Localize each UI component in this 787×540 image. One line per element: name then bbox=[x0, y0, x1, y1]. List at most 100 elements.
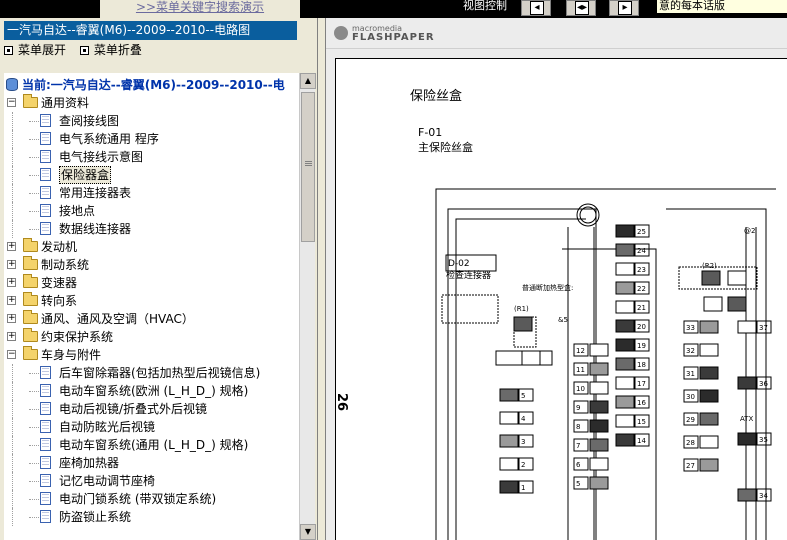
tree-item-label-selected: 保险器盒 bbox=[59, 166, 112, 184]
expand-toggle-icon[interactable]: + bbox=[7, 296, 16, 305]
document-title[interactable]: 一汽马自达--睿翼(M6)--2009--2010--电路图 bbox=[4, 21, 297, 40]
fuse-cell: 4 bbox=[499, 411, 534, 425]
fuse-number: 30 bbox=[686, 393, 695, 401]
fuse-cell: 29 bbox=[683, 412, 719, 426]
fuse-number: 32 bbox=[686, 347, 695, 355]
fuse-cell: 7 bbox=[573, 438, 609, 452]
fuse-cell: 1 bbox=[499, 480, 534, 494]
fuse-number: 15 bbox=[637, 418, 646, 426]
tree-connector bbox=[12, 220, 13, 238]
folder-icon bbox=[23, 94, 38, 108]
tree-item-label: 通用资料 bbox=[41, 96, 90, 110]
tree-connector bbox=[29, 409, 39, 410]
expand-toggle-icon[interactable]: + bbox=[7, 332, 16, 341]
fuse-cell: 6 bbox=[573, 457, 609, 471]
relay-symbol bbox=[727, 270, 747, 286]
tree-item-label: 电气接线示意图 bbox=[59, 150, 144, 164]
folder-icon bbox=[23, 310, 38, 324]
fuse-cell: 21 bbox=[615, 300, 650, 314]
fuse-number: 16 bbox=[637, 399, 646, 407]
folder-icon bbox=[23, 346, 38, 360]
viewer-toolbar: macromedia FLASHPAPER bbox=[326, 18, 787, 49]
fuse-number: 7 bbox=[576, 442, 580, 450]
relay-symbol bbox=[727, 296, 747, 312]
folder-icon bbox=[23, 256, 38, 270]
fuse-cell: 20 bbox=[615, 319, 650, 333]
expand-toggle-icon[interactable]: + bbox=[7, 260, 16, 269]
expand-toggle-icon[interactable]: + bbox=[7, 242, 16, 251]
expand-toggle-icon[interactable]: + bbox=[7, 278, 16, 287]
fuse-number: 19 bbox=[637, 342, 646, 350]
tree-connector bbox=[29, 157, 39, 158]
fuse-symbol bbox=[589, 476, 609, 490]
relay-symbol bbox=[701, 270, 721, 286]
tree-connector bbox=[12, 130, 13, 148]
menu-expand-label: 菜单展开 bbox=[18, 43, 67, 57]
tree-scrollbar[interactable]: ▲ ▼ bbox=[299, 73, 316, 540]
scroll-up-icon[interactable]: ▲ bbox=[300, 73, 316, 89]
current-path-label: 当前:一汽马自达--睿翼(M6)--2009--2010--电 bbox=[22, 78, 285, 92]
tree-item-label: 数据线连接器 bbox=[59, 222, 132, 236]
document-page: 保险丝盒 F-01 主保险丝盒 26 25 24 23 22 21 20 19 … bbox=[335, 58, 787, 540]
menu-toolbar: 菜单展开 菜单折叠 bbox=[4, 41, 297, 59]
tree-item-label: 后车窗除霜器(包括加热型后视镜信息) bbox=[59, 366, 261, 380]
tree-item-label: 电动后视镜/折叠式外后视镜 bbox=[59, 402, 208, 416]
fuse-number: 37 bbox=[759, 324, 768, 332]
fuse-number: 33 bbox=[686, 324, 695, 332]
view-button-1[interactable]: ◂ bbox=[521, 0, 551, 16]
tree-item-label: 自动防眩光后视镜 bbox=[59, 420, 156, 434]
relay-r2-label: (R2) bbox=[702, 262, 717, 270]
fuse-number: 24 bbox=[637, 247, 646, 255]
fuse-number: 20 bbox=[637, 323, 646, 331]
tree-item-label: 接地点 bbox=[59, 204, 96, 218]
page-icon bbox=[40, 420, 51, 433]
scroll-down-icon[interactable]: ▼ bbox=[300, 524, 316, 540]
fuse-symbol bbox=[615, 300, 635, 314]
page-icon bbox=[40, 114, 51, 127]
panel-splitter[interactable] bbox=[318, 18, 326, 540]
fuse-symbol bbox=[737, 488, 757, 502]
fuse-cell: 23 bbox=[615, 262, 650, 276]
view-button-2[interactable]: ◂▸ bbox=[566, 0, 596, 16]
tree-connector bbox=[12, 472, 13, 490]
fuse-symbol bbox=[737, 376, 757, 390]
fuse-number: 22 bbox=[637, 285, 646, 293]
page-icon bbox=[40, 438, 51, 451]
tree-connector bbox=[29, 229, 39, 230]
fuse-items: 2524232221201918171615141211109876554321… bbox=[499, 224, 772, 502]
fuse-cell: 2 bbox=[499, 457, 534, 471]
flashpaper-viewer: macromedia FLASHPAPER 保险丝盒 F-01 主保险丝盒 26 bbox=[326, 18, 787, 540]
view-button-3[interactable]: ▸ bbox=[609, 0, 639, 16]
brand-name: FLASHPAPER bbox=[352, 32, 435, 43]
scroll-thumb[interactable] bbox=[301, 92, 315, 242]
fuse-cell: 28 bbox=[683, 435, 719, 449]
arrow-left-icon: ◂ bbox=[530, 1, 544, 15]
fuse-symbol bbox=[589, 381, 609, 395]
view-control-label: 视图控制 bbox=[463, 0, 507, 12]
check-connector-label: 检查连接器 bbox=[446, 269, 491, 281]
fuse-symbol bbox=[499, 480, 519, 494]
search-demo-link[interactable]: >>菜单关键字搜索演示 bbox=[100, 0, 300, 18]
fuse-symbol bbox=[615, 319, 635, 333]
fuse-cell: 16 bbox=[615, 395, 650, 409]
collapse-toggle-icon[interactable]: − bbox=[7, 350, 16, 359]
page-icon bbox=[40, 168, 51, 181]
fuse-cell: 9 bbox=[573, 400, 609, 414]
fuse-symbol bbox=[737, 320, 757, 334]
fuse-number: 5 bbox=[521, 392, 525, 400]
collapse-toggle-icon[interactable]: − bbox=[7, 98, 16, 107]
small-note: 普通断加热型盒: bbox=[522, 283, 573, 292]
menu-collapse-button[interactable]: 菜单折叠 bbox=[79, 41, 142, 59]
fuse-symbol bbox=[699, 412, 719, 426]
fuse-number: 11 bbox=[576, 366, 585, 374]
fuse-symbol bbox=[699, 458, 719, 472]
expand-toggle-icon[interactable]: + bbox=[7, 314, 16, 323]
check-connector-id: D-02 bbox=[448, 259, 470, 269]
page-icon bbox=[40, 492, 51, 505]
fuse-number: 34 bbox=[759, 492, 768, 500]
fuse-number: 10 bbox=[576, 385, 585, 393]
fuse-symbol bbox=[589, 343, 609, 357]
fuse-number: 1 bbox=[521, 484, 525, 492]
menu-expand-button[interactable]: 菜单展开 bbox=[4, 41, 66, 59]
folder-icon bbox=[23, 328, 38, 342]
